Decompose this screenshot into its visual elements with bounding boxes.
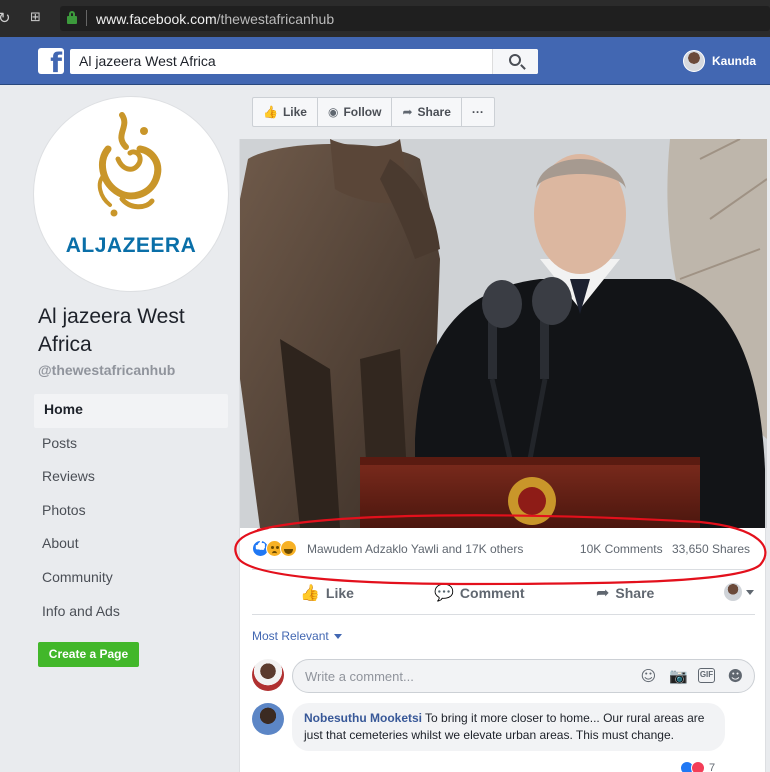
comment-sort-label: Most Relevant <box>252 629 329 643</box>
post-comment-label: Comment <box>459 584 525 601</box>
photo-illustration <box>240 139 767 528</box>
browser-toolbar: ↻ ⊞ www.facebook.com/thewestafricanhub <box>0 0 770 37</box>
post-comment-button[interactable]: 💬 Comment <box>434 583 524 602</box>
nav-item-reviews[interactable]: Reviews <box>34 461 228 495</box>
page-navigation: Home Posts Reviews Photos About Communit… <box>34 394 228 629</box>
nav-item-photos[interactable]: Photos <box>34 495 228 529</box>
chevron-down-icon <box>333 633 342 639</box>
more-dots-icon: ··· <box>471 105 484 119</box>
viewer-avatar <box>724 583 742 601</box>
nav-item-posts[interactable]: Posts <box>34 428 228 462</box>
url-text[interactable]: www.facebook.com/thewestafricanhub <box>96 11 334 27</box>
rss-icon: ◉ <box>327 105 339 119</box>
post-like-label: Like <box>325 584 354 601</box>
address-bar[interactable]: www.facebook.com/thewestafricanhub <box>60 6 770 31</box>
page-follow-button[interactable]: ◉ Follow <box>318 98 393 126</box>
share-arrow-icon: ➦ <box>596 583 610 602</box>
facebook-logo-icon[interactable]: f <box>38 48 64 74</box>
comment-input[interactable]: Write a comment... ☺ 📷 GIF ☻ <box>292 659 755 693</box>
nav-item-about[interactable]: About <box>34 528 228 562</box>
reaction-icons[interactable] <box>252 540 297 557</box>
url-domain: www.facebook.com <box>96 11 217 27</box>
comment-tools: ☺ 📷 GIF ☻ <box>640 667 744 685</box>
aljazeera-logo-icon <box>97 112 162 217</box>
divider <box>252 569 755 570</box>
page-more-button[interactable]: ··· <box>462 98 494 126</box>
page-action-bar: 👍 Like ◉ Follow ➦ Share ··· <box>252 97 495 127</box>
facebook-header: f Al jazeera West Africa Kaunda <box>0 37 770 85</box>
thumbs-up-icon: 👍 <box>263 105 278 119</box>
page-profile-picture[interactable]: ALJAZEERA <box>34 97 228 291</box>
comment-sort-dropdown[interactable]: Most Relevant <box>252 629 342 643</box>
emoji-icon[interactable]: ☺ <box>640 667 657 685</box>
page-follow-label: Follow <box>343 105 382 119</box>
gif-icon[interactable]: GIF <box>698 668 715 683</box>
apps-grid-icon[interactable]: ⊞ <box>30 10 41 25</box>
post-action-row: 👍 Like 💬 Comment ➦ Share <box>252 575 755 611</box>
user-name-link[interactable]: Kaunda <box>712 54 756 68</box>
aljazeera-wordmark: ALJAZEERA <box>65 234 197 257</box>
reload-icon[interactable]: ↻ <box>0 9 11 27</box>
post-share-button[interactable]: ➦ Share <box>596 583 654 602</box>
reaction-summary[interactable]: Mawudem Adzaklo Yawli and 17K others <box>307 542 523 556</box>
nav-item-community[interactable]: Community <box>34 562 228 596</box>
haha-reaction-icon <box>280 540 297 557</box>
search-input[interactable]: Al jazeera West Africa <box>79 53 216 69</box>
divider <box>252 614 755 615</box>
thumbs-up-outline-icon: 👍 <box>300 583 320 602</box>
chevron-down-icon <box>746 589 754 595</box>
search-button[interactable] <box>492 49 538 74</box>
comment-reaction-count: 7 <box>709 762 716 772</box>
comment-bubble: Nobesuthu Mooketsi To bring it more close… <box>292 703 725 751</box>
url-path: /thewestafricanhub <box>216 11 335 27</box>
page-like-button[interactable]: 👍 Like <box>253 98 318 126</box>
shares-count-link[interactable]: 33,650 Shares <box>672 542 750 556</box>
nav-item-home[interactable]: Home <box>34 394 228 428</box>
share-arrow-icon: ➦ <box>402 105 413 119</box>
post-photo[interactable] <box>240 139 767 528</box>
comment-author-avatar[interactable] <box>252 703 284 735</box>
comment-placeholder: Write a comment... <box>305 669 414 684</box>
search-icon <box>509 54 521 66</box>
page-title[interactable]: Al jazeera West Africa <box>38 303 228 359</box>
commenter-avatar[interactable] <box>252 659 284 691</box>
comment-bubble-icon: 💬 <box>434 583 454 602</box>
create-page-button[interactable]: Create a Page <box>38 642 139 667</box>
lock-icon <box>67 11 77 24</box>
nav-item-info-and-ads[interactable]: Info and Ads <box>34 596 228 630</box>
comment-as-selector[interactable] <box>724 583 754 601</box>
engagement-counts: 10K Comments 33,650 Shares <box>574 542 750 556</box>
comments-count-link[interactable]: 10K Comments <box>580 542 663 556</box>
comment-author-link[interactable]: Nobesuthu Mooketsi <box>304 711 422 725</box>
sticker-icon[interactable]: ☻ <box>727 667 744 685</box>
address-divider <box>86 10 87 26</box>
post-like-button[interactable]: 👍 Like <box>300 583 354 602</box>
page-share-button[interactable]: ➦ Share <box>392 98 462 126</box>
page-like-label: Like <box>282 105 307 119</box>
page-share-label: Share <box>417 105 451 119</box>
user-avatar[interactable] <box>683 50 705 72</box>
love-reaction-icon <box>691 761 705 772</box>
post-share-label: Share <box>615 584 655 601</box>
post-card: Mawudem Adzaklo Yawli and 17K others 10K… <box>239 139 767 772</box>
page-handle[interactable]: @thewestafricanhub <box>38 362 175 378</box>
comment-reactions[interactable]: 7 <box>680 761 715 772</box>
search-box[interactable]: Al jazeera West Africa <box>70 49 538 74</box>
camera-icon[interactable]: 📷 <box>669 667 688 685</box>
